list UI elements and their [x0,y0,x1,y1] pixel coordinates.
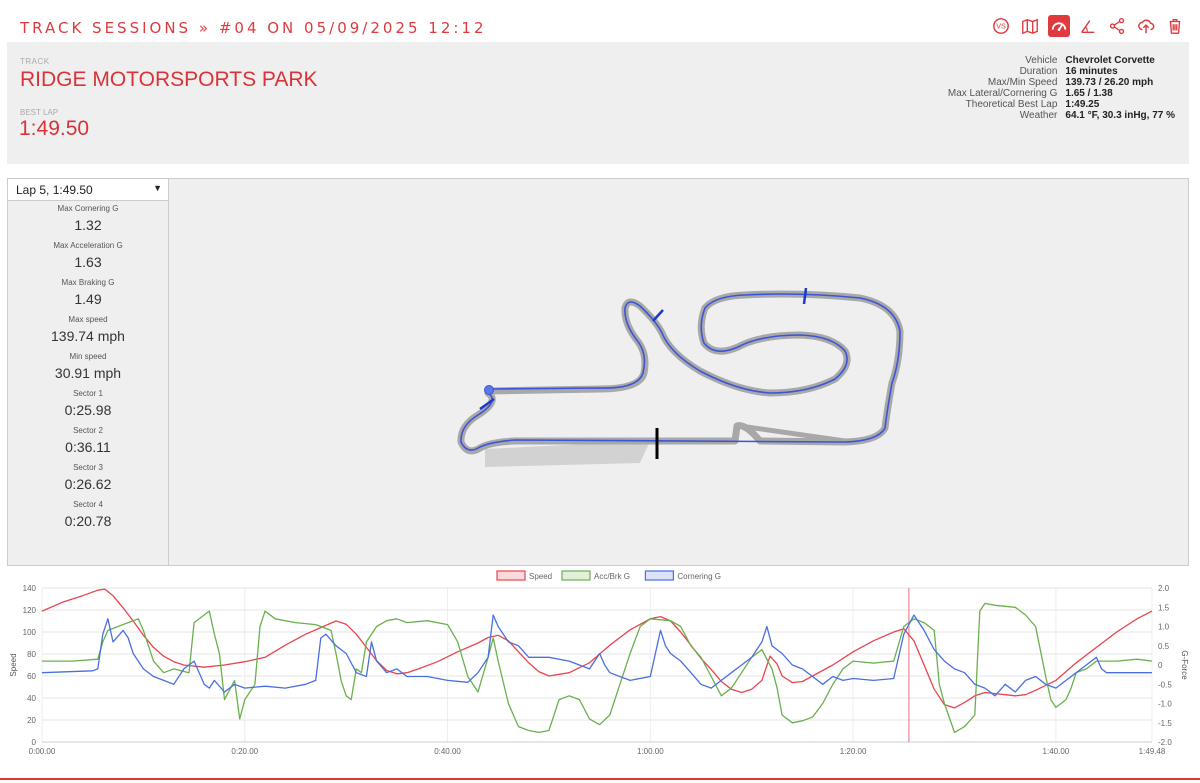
chevron-down-icon: ▼ [153,183,162,193]
paddock-area [485,441,650,467]
stat-row-g: Max Lateral/Cornering G 1.65 / 1.38 [947,88,1113,99]
cloud-upload-icon[interactable] [1135,15,1157,37]
breadcrumb-section[interactable]: TRACK SESSIONS [20,19,191,37]
y-right-tick-label: -1.5 [1158,719,1172,728]
lap-stat-value: 1.49 [74,291,102,307]
y-tick-label: 140 [23,584,37,593]
legend-label: Acc/Brk G [594,572,630,581]
angle-icon[interactable] [1077,15,1099,37]
lap-stat-value: 30.91 mph [54,365,122,381]
y-tick-label: 20 [27,716,36,725]
telemetry-chart-svg: 0 20 40 60 80 100 120 140 -2.0 -1.5 -1.0 -0.5 0 0.5 1.… [9,570,1189,756]
track-label: TRACK [20,57,50,66]
lap-select-value: Lap 5, 1:49.50 [16,183,93,197]
x-tick-label: 1:49.48 [1139,747,1166,756]
y-right-tick-label: -2.0 [1158,738,1172,747]
lap-stat-label: Min speed [69,352,107,361]
toolbar: VS [990,15,1186,37]
stat-row-vehicle: Vehicle Chevrolet Corvette [1025,55,1155,66]
lap-stat-value: 0:25.98 [64,402,112,418]
session-stats: Vehicle Chevrolet Corvette Duration 16 min… [948,55,1175,121]
best-lap-value: 1:49.50 [19,117,90,140]
map-icon[interactable] [1019,15,1041,37]
sector-marker-3 [802,287,808,305]
dashboard-icon[interactable] [1048,15,1070,37]
y-tick-label: 40 [27,694,36,703]
y-tick-label: 0 [32,738,37,747]
telemetry-chart[interactable]: 0 20 40 60 80 100 120 140 -2.0 -1.5 -1.0 -0.5 0 0.5 1.… [0,566,1200,778]
lap-stat-label: Sector 2 [73,426,103,435]
footer-divider [0,778,1200,780]
lap-stat-label: Max speed [68,315,108,324]
y-tick-label: 100 [23,628,37,637]
session-header: TRACK RIDGE MOTORSPORTS PARK BEST LAP 1:… [7,42,1189,164]
lap-panel: Lap 5, 1:49.50 ▼ Max Cornering G 1.32 Ma… [7,178,169,566]
track-map[interactable] [169,178,1189,566]
y-right-tick-label: 0.5 [1158,642,1170,651]
series-line-cornering-g [41,614,1152,697]
y-right-tick-label: 2.0 [1158,584,1170,593]
sector-marker-2 [652,309,664,322]
legend-swatch [561,570,591,581]
lap-line [460,293,901,451]
lap-select[interactable]: Lap 5, 1:49.50 ▼ [8,179,168,201]
breadcrumb-separator: » [198,19,212,37]
lap-stat-value: 0:26.62 [64,476,112,492]
x-tick-label: 1:20.00 [840,747,867,756]
y-tick-label: 120 [23,606,37,615]
legend-label: Cornering G [677,572,721,581]
svg-text:VS: VS [996,22,1006,31]
x-tick-label: 1:00.00 [637,747,664,756]
stat-row-weather: Weather 64.1 °F, 30.3 inHg, 77 % [1019,110,1175,121]
best-lap-label: BEST LAP [20,108,59,117]
topbar: TRACK SESSIONS » #04 ON 05/09/2025 12:12… [0,0,1200,42]
stat-row-duration: Duration 16 minutes [1019,66,1118,77]
track-map-svg [457,287,904,467]
lap-stat-label: Max Acceleration G [53,241,123,250]
x-tick-label: 1:40.00 [1043,747,1070,756]
y-right-tick-label: 0 [1158,661,1163,670]
legend-swatch [496,570,526,581]
series-line-acc-brk-g [42,602,1153,734]
lap-stat-value: 1.32 [74,217,102,233]
lap-stat-value: 139.74 mph [51,328,125,344]
lap-stat-label: Sector 4 [73,500,103,509]
lap-stat-label: Sector 1 [73,389,103,398]
lap-stat-label: Max Braking G [61,278,115,287]
legend-swatch [644,570,675,581]
legend-label: Speed [529,572,552,581]
stat-row-theoretical: Theoretical Best Lap 1:49.25 [965,99,1100,110]
track-outline [457,290,904,455]
lap-stat-label: Sector 3 [73,463,103,472]
trash-icon[interactable] [1164,15,1186,37]
y-right-tick-label: -0.5 [1158,680,1172,689]
vs-icon[interactable]: VS [990,15,1012,37]
lap-stat-value: 0:36.11 [65,439,111,455]
x-tick-label: 0:00.00 [29,747,56,756]
y-right-tick-label: 1.5 [1158,603,1170,612]
share-icon[interactable] [1106,15,1128,37]
x-tick-label: 0:20.00 [231,747,258,756]
stat-row-speed: Max/Min Speed 139.73 / 26.20 mph [987,77,1154,88]
lap-stat-label: Max Cornering G [57,204,119,213]
lap-stat-value: 0:20.78 [64,513,112,529]
y-axis-title: Speed [9,653,18,676]
y-tick-label: 60 [27,672,36,681]
x-tick-label: 0:40.00 [434,747,461,756]
series-line-speed [41,588,1153,709]
breadcrumb: TRACK SESSIONS » #04 ON 05/09/2025 12:12 [20,19,487,37]
lap-stat-value: 1.63 [74,254,102,270]
y-right-tick-label: 1.0 [1158,623,1170,632]
track-name: RIDGE MOTORSPORTS PARK [20,68,318,91]
breadcrumb-session: #04 ON 05/09/2025 12:12 [218,19,487,37]
y-right-tick-label: -1.0 [1158,700,1172,709]
y-right-axis-title: G-Force [1180,650,1189,680]
lap-stats: Max Cornering G 1.32 Max Acceleration G … [8,204,168,537]
y-tick-label: 80 [27,650,36,659]
lap-start-marker [484,385,494,395]
